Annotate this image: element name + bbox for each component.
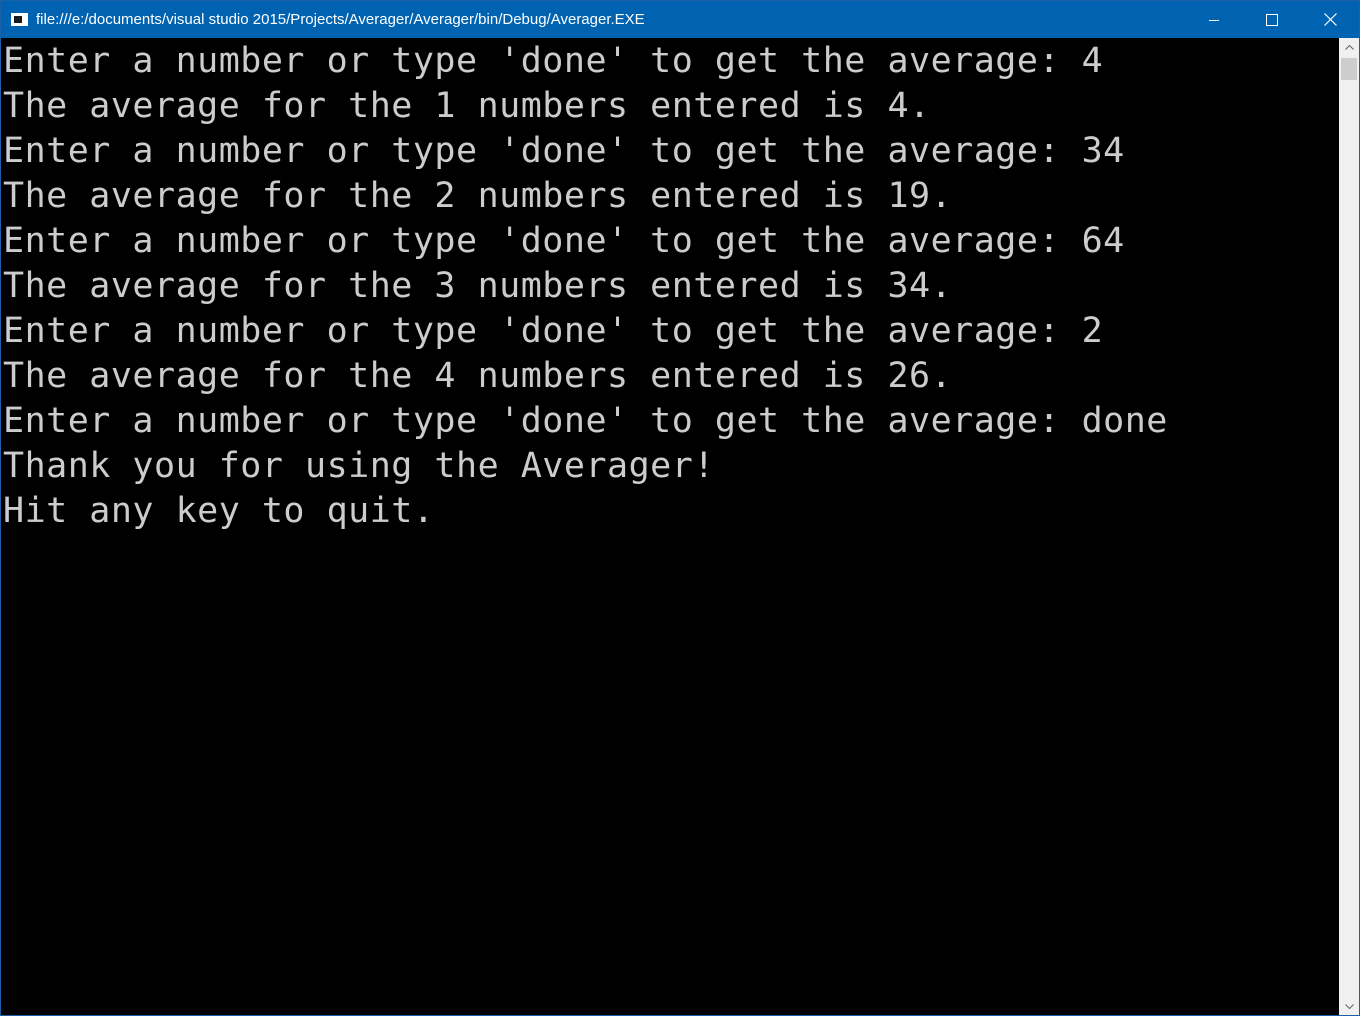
scroll-thumb[interactable] bbox=[1341, 58, 1357, 80]
console-line: The average for the 1 numbers entered is… bbox=[3, 86, 931, 126]
console-line: Hit any key to quit. bbox=[3, 491, 435, 531]
console-line: Enter a number or type 'done' to get the… bbox=[3, 41, 1104, 81]
console-line: The average for the 4 numbers entered is… bbox=[3, 356, 953, 396]
console-app-icon[interactable] bbox=[11, 13, 28, 26]
console-line: Enter a number or type 'done' to get the… bbox=[3, 401, 1168, 441]
console-line: Enter a number or type 'done' to get the… bbox=[3, 131, 1125, 171]
chevron-down-icon bbox=[1344, 1003, 1354, 1009]
vertical-scrollbar[interactable] bbox=[1339, 38, 1359, 1015]
console-window: file:///e:/documents/visual studio 2015/… bbox=[0, 0, 1360, 1016]
minimize-icon bbox=[1209, 19, 1219, 21]
console-output[interactable]: Enter a number or type 'done' to get the… bbox=[1, 38, 1339, 1015]
minimize-button[interactable] bbox=[1185, 1, 1243, 38]
chevron-up-icon bbox=[1344, 44, 1354, 50]
console-line: Thank you for using the Averager! bbox=[3, 446, 715, 486]
console-line: Enter a number or type 'done' to get the… bbox=[3, 311, 1104, 351]
console-line: Enter a number or type 'done' to get the… bbox=[3, 221, 1125, 261]
close-button[interactable] bbox=[1301, 1, 1359, 38]
maximize-icon bbox=[1266, 13, 1278, 26]
title-bar[interactable]: file:///e:/documents/visual studio 2015/… bbox=[1, 1, 1359, 38]
console-line: The average for the 3 numbers entered is… bbox=[3, 266, 953, 306]
window-title: file:///e:/documents/visual studio 2015/… bbox=[36, 11, 645, 28]
scroll-down-button[interactable] bbox=[1339, 997, 1359, 1015]
maximize-button[interactable] bbox=[1243, 1, 1301, 38]
console-line: The average for the 2 numbers entered is… bbox=[3, 176, 953, 216]
close-icon bbox=[1323, 13, 1337, 26]
scroll-up-button[interactable] bbox=[1339, 38, 1359, 56]
